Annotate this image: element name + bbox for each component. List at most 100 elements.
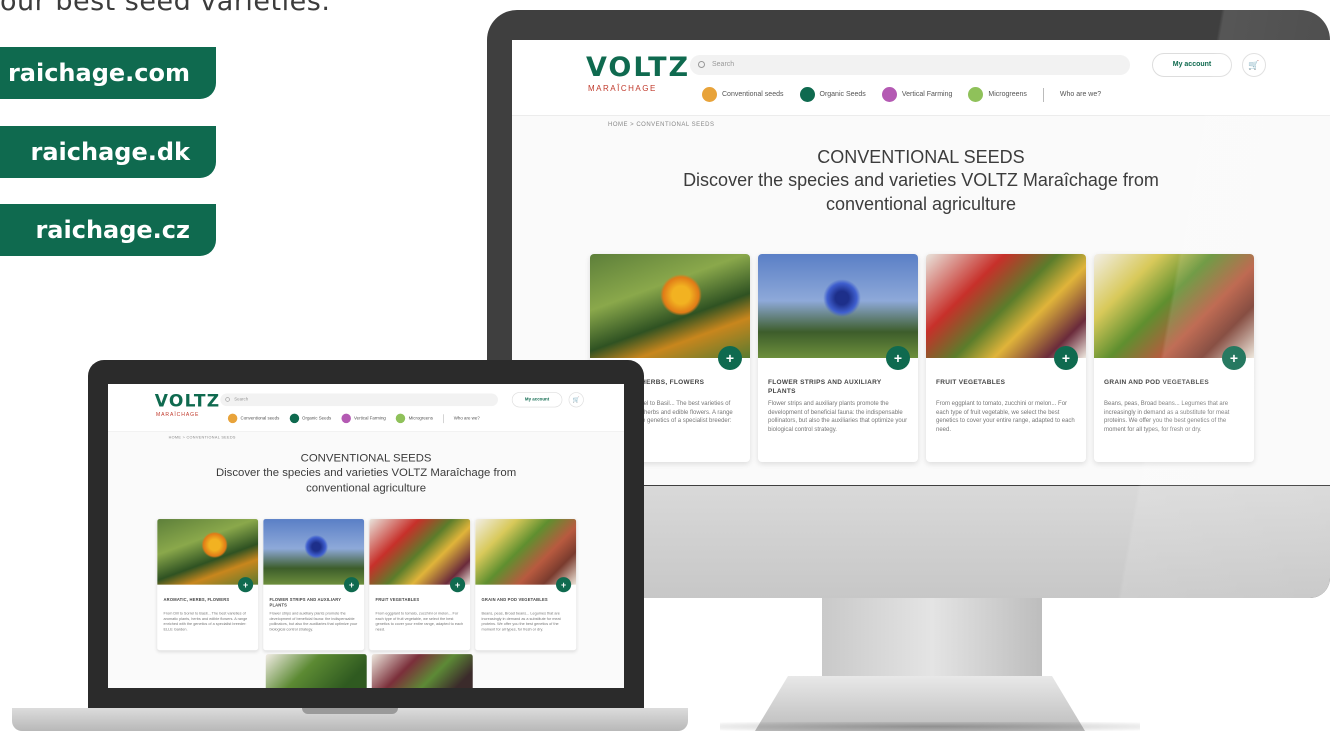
- cart-icon[interactable]: 🛒: [568, 392, 584, 408]
- card-title: FRUIT VEGETABLES: [936, 379, 1006, 386]
- nav-dot-icon: [227, 413, 238, 424]
- plus-icon[interactable]: +: [237, 577, 254, 593]
- nav-label: Microgreens: [408, 416, 433, 421]
- nav-dot-icon: [702, 87, 717, 102]
- card-text: From Dill to Sorrel to Basil... The best…: [163, 611, 248, 632]
- my-account-button[interactable]: My account: [511, 392, 563, 408]
- domain-tag-label: raichage.cz: [35, 216, 190, 244]
- nav-dot-icon: [289, 413, 299, 424]
- search-input[interactable]: Search: [220, 393, 498, 407]
- nav-dot-icon: [799, 87, 815, 102]
- nav-label: Conventional seeds: [722, 91, 784, 98]
- nav-item-who-are-we[interactable]: Who are we?: [1060, 91, 1101, 98]
- card-image[interactable]: [371, 654, 473, 688]
- website-laptop: VOLTZ MARAÎCHAGE Search My account 🛒 Con…: [108, 384, 624, 688]
- card-image: [263, 519, 365, 585]
- card-grain-pod[interactable]: + GRAIN AND POD VEGETABLES Beans, peas, Br…: [1094, 254, 1254, 462]
- nav-label: Organic Seeds: [819, 91, 866, 98]
- plus-icon[interactable]: +: [450, 577, 466, 593]
- domain-tag-cz[interactable]: raichage.cz: [0, 204, 216, 256]
- category-cards: + AROMATIC, HERBS, FLOWERS From Dill to So…: [157, 519, 577, 651]
- page-subtitle: Discover the species and varieties VOLTZ…: [683, 170, 1159, 214]
- site-logo[interactable]: VOLTZ: [155, 392, 221, 412]
- nav-item-vertical-farming[interactable]: Vertical Farming: [881, 87, 953, 102]
- page-subtitle: Discover the species and varieties VOLTZ…: [215, 466, 517, 494]
- category-cards: +AROMATIC, HERBS, FLOWERSFrom Dill to So…: [590, 254, 1254, 462]
- plus-icon[interactable]: +: [1222, 346, 1246, 370]
- nav-item-conventional-seeds[interactable]: Conventional seeds: [227, 413, 280, 424]
- card-text: Beans, peas, Broad beans... Legumes that…: [481, 611, 561, 632]
- main-nav: Conventional seeds Organic Seeds Vertica…: [227, 413, 480, 424]
- plus-icon[interactable]: +: [343, 577, 360, 593]
- plus-icon[interactable]: +: [886, 346, 910, 370]
- search-icon: [225, 397, 230, 402]
- my-account-button[interactable]: My account: [1152, 53, 1232, 77]
- site-logo-sub: MARAÎCHAGE: [155, 411, 200, 418]
- nav-item-vertical-farming[interactable]: Vertical Farming: [341, 413, 386, 424]
- site-header: VOLTZ MARAÎCHAGE Search My account 🛒 Con…: [512, 40, 1330, 116]
- card-text: From eggplant to tomato, zucchini or mel…: [936, 401, 1075, 433]
- search-input[interactable]: Search: [690, 55, 1130, 75]
- card-flower-strips[interactable]: + FLOWER STRIPS AND AUXILIARY PLANTS Flowe…: [758, 254, 918, 462]
- card-aromatic[interactable]: + AROMATIC, HERBS, FLOWERS From Dill to So…: [157, 519, 259, 651]
- nav-label: Conventional seeds: [240, 416, 280, 421]
- laptop-notch: [302, 708, 398, 714]
- card-image: [926, 254, 1086, 358]
- card-image: [590, 254, 750, 358]
- breadcrumb[interactable]: HOME > CONVENTIONAL SEEDS: [608, 122, 714, 128]
- card-fruit-vegetables[interactable]: + FRUIT VEGETABLES From eggplant to tomato…: [369, 519, 471, 651]
- nav-item-conventional-seeds[interactable]: Conventional seeds: [702, 87, 784, 102]
- card-image: [475, 519, 577, 585]
- nav-dot-icon: [341, 413, 351, 424]
- nav-label: Microgreens: [988, 91, 1027, 98]
- nav-item-organic-seeds[interactable]: Organic Seeds: [799, 87, 866, 102]
- card-grain-pod[interactable]: + GRAIN AND POD VEGETABLES Beans, peas, Br…: [475, 519, 577, 651]
- card-title: GRAIN AND POD VEGETABLES: [481, 597, 548, 603]
- card-image: [369, 519, 471, 585]
- nav-divider: [1042, 87, 1044, 102]
- card-flower-strips[interactable]: + FLOWER STRIPS AND AUXILIARY PLANTS Flowe…: [263, 519, 365, 651]
- card-image: [157, 519, 259, 585]
- domain-tag-dk[interactable]: raichage.dk: [0, 126, 216, 178]
- domain-tag-com[interactable]: raichage.com: [0, 47, 216, 99]
- site-logo[interactable]: VOLTZ: [586, 52, 690, 83]
- card-text: Beans, peas, Broad beans... Legumes that…: [1104, 401, 1230, 433]
- laptop-lid: VOLTZ MARAÎCHAGE Search My account 🛒 Con…: [88, 360, 644, 708]
- laptop-base: [12, 708, 688, 731]
- monitor-stand-neck: [822, 598, 1042, 676]
- site-header: VOLTZ MARAÎCHAGE Search My account 🛒 Con…: [108, 384, 624, 432]
- card-image: [758, 254, 918, 358]
- nav-item-microgreens[interactable]: Microgreens: [968, 87, 1027, 102]
- card-title: AROMATIC, HERBS, FLOWERS: [163, 597, 230, 603]
- laptop-screen: VOLTZ MARAÎCHAGE Search My account 🛒 Con…: [108, 384, 624, 688]
- nav-item-organic-seeds[interactable]: Organic Seeds: [289, 413, 331, 424]
- nav-divider: [443, 413, 444, 423]
- nav-label: Vertical Farming: [353, 416, 386, 421]
- nav-item-who-are-we[interactable]: Who are we?: [454, 416, 480, 420]
- more-category-cards: [265, 654, 473, 688]
- plus-icon[interactable]: +: [1054, 346, 1078, 370]
- site-logo-sub: MARAÎCHAGE: [588, 84, 657, 93]
- plus-icon[interactable]: +: [718, 346, 742, 370]
- card-text: Flower strips and auxiliary plants promo…: [269, 611, 358, 632]
- card-fruit-vegetables[interactable]: + FRUIT VEGETABLES From eggplant to tomato…: [926, 254, 1086, 462]
- search-icon: [698, 61, 705, 68]
- nav-dot-icon: [968, 87, 984, 102]
- plus-icon[interactable]: +: [556, 577, 572, 593]
- search-placeholder: Search: [712, 61, 735, 68]
- nav-dot-icon: [881, 87, 897, 102]
- main-nav: Conventional seeds Organic Seeds Vertica…: [702, 87, 1101, 102]
- page-title: CONVENTIONAL SEEDS: [300, 451, 432, 465]
- nav-dot-icon: [395, 413, 406, 424]
- promo-text: our best seed varieties.: [0, 0, 331, 17]
- card-title: FLOWER STRIPS AND AUXILIARY PLANTS: [269, 597, 342, 609]
- card-title: FLOWER STRIPS AND AUXILIARY PLANTS: [768, 379, 882, 395]
- card-image: [1094, 254, 1254, 358]
- page-title: CONVENTIONAL SEEDS: [817, 147, 1025, 167]
- nav-item-microgreens[interactable]: Microgreens: [395, 413, 433, 424]
- breadcrumb[interactable]: HOME > CONVENTIONAL SEEDS: [169, 436, 236, 440]
- nav-label: Vertical Farming: [901, 91, 953, 98]
- card-title: GRAIN AND POD VEGETABLES: [1104, 379, 1210, 386]
- cart-icon[interactable]: 🛒: [1242, 53, 1266, 77]
- card-image[interactable]: [265, 654, 367, 688]
